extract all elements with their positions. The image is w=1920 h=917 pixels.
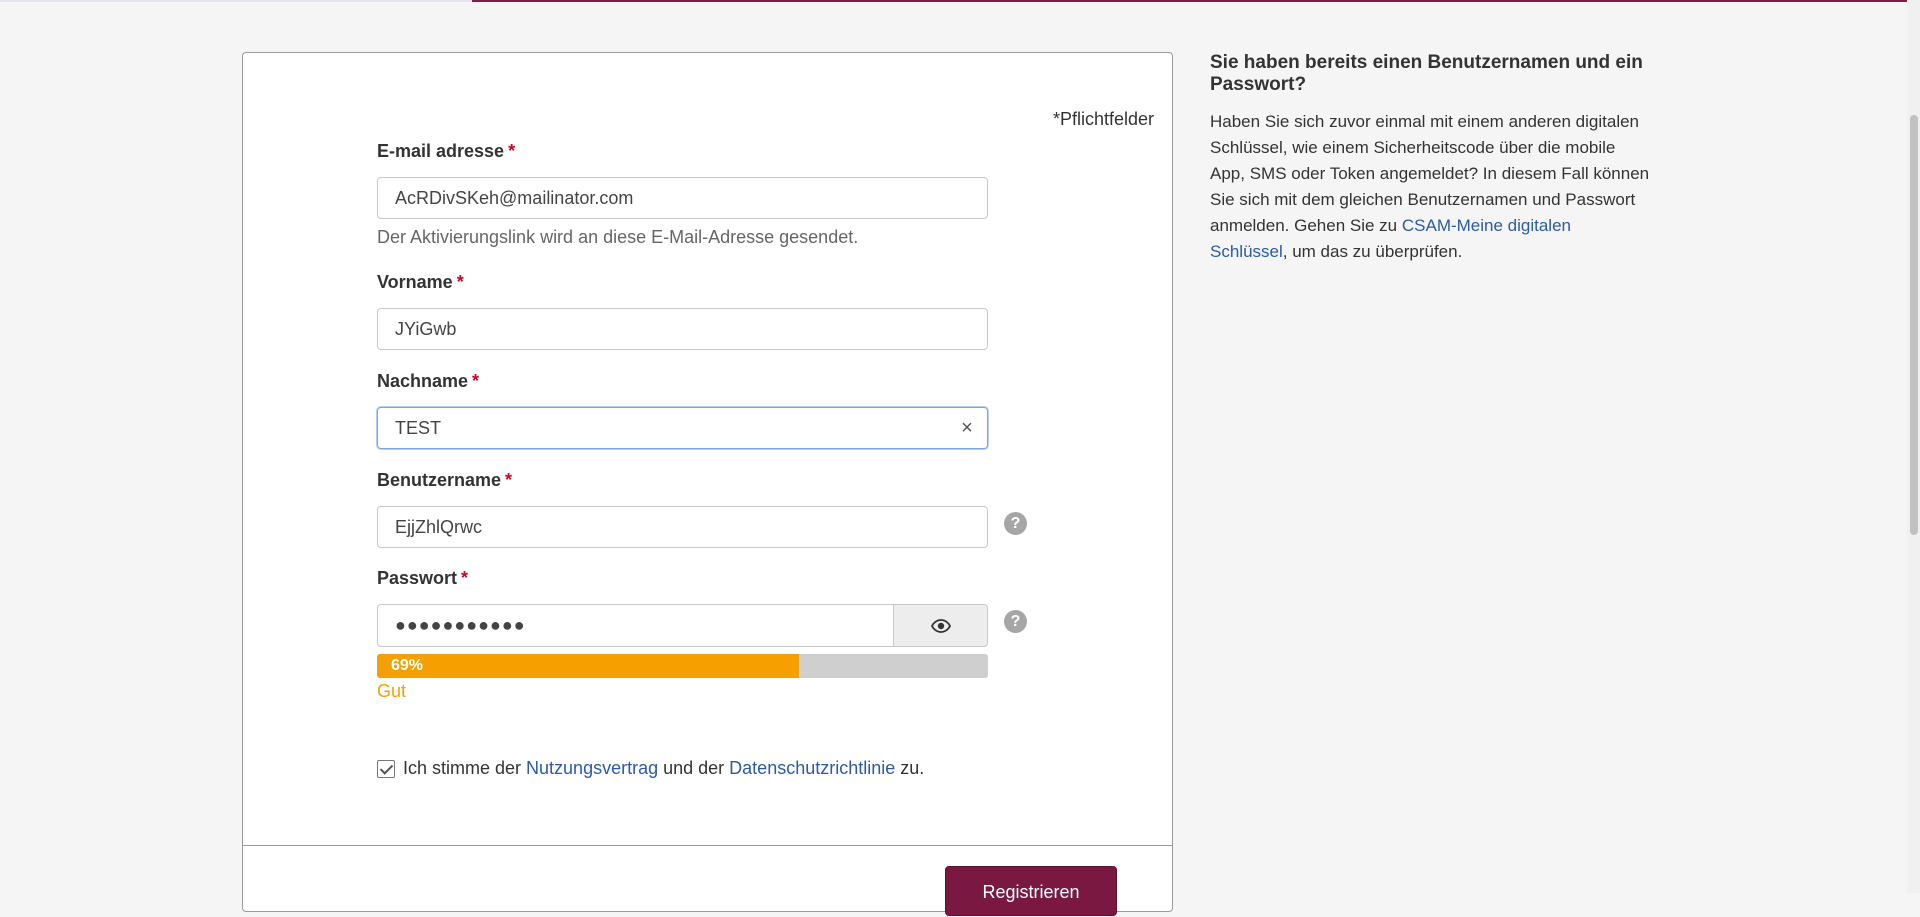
password-group: ●●●●●●●●●●● (377, 604, 988, 647)
email-hint: Der Aktivierungslink wird an diese E-Mai… (377, 227, 859, 247)
required-star: * (461, 568, 469, 588)
privacy-policy-link[interactable]: Datenschutzrichtlinie (729, 758, 895, 779)
username-field-value: EjjZhlQrwc (395, 516, 483, 537)
email-label-text: E-mail adresse (377, 141, 505, 161)
password-label: Passwort * (377, 568, 468, 589)
firstname-label-text: Vorname (377, 272, 453, 292)
required-star: * (508, 141, 516, 161)
password-field-value: ●●●●●●●●●●● (395, 615, 526, 635)
clear-icon[interactable]: × (957, 418, 977, 438)
password-strength-label: Gut (377, 681, 407, 701)
email-label: E-mail adresse * (377, 141, 515, 162)
username-label-text: Benutzername (377, 470, 502, 490)
scrollbar[interactable] (1907, 0, 1920, 893)
registration-form-card: *Pflichtfelder E-mail adresse * AcRDivSKe… (242, 52, 1173, 916)
username-field[interactable]: EjjZhlQrwc (377, 506, 988, 548)
top-progress-accent (472, 0, 1920, 2)
username-help-icon[interactable]: ? (1004, 512, 1027, 535)
lastname-field[interactable]: TEST × (377, 407, 988, 449)
required-star: * (472, 371, 480, 391)
terms-agreement: Ich stimme der Nutzungsvertrag und der D… (377, 758, 924, 779)
password-strength-bar: 69% (377, 654, 988, 678)
required-fields-note: *Pflichtfelder (1052, 109, 1154, 129)
terms-checkbox[interactable] (377, 759, 395, 778)
info-text-after: , um das zu überprüfen. (1282, 242, 1463, 261)
eye-icon (930, 618, 951, 633)
required-star: * (456, 272, 464, 292)
password-field[interactable]: ●●●●●●●●●●● (377, 604, 894, 647)
email-field-value: AcRDivSKeh@mailinator.com (395, 187, 634, 208)
top-progress-bar (0, 0, 1920, 2)
password-label-text: Passwort (377, 568, 458, 588)
terms-of-use-link[interactable]: Nutzungsvertrag (526, 758, 658, 779)
info-title: Sie haben bereits einen Benutzernamen un… (1210, 52, 1643, 95)
password-strength-percent: 69% (391, 657, 424, 674)
firstname-field-value: JYiGwb (395, 318, 457, 339)
lastname-label-text: Nachname (377, 371, 469, 391)
firstname-field[interactable]: JYiGwb (377, 308, 988, 350)
register-button[interactable]: Registrieren (945, 866, 1117, 916)
scrollbar-thumb[interactable] (1910, 115, 1918, 535)
required-star: * (505, 470, 513, 490)
terms-prefix: Ich stimme der (403, 758, 527, 778)
password-help-icon[interactable]: ? (1004, 610, 1027, 633)
info-panel: Sie haben bereits einen Benutzernamen un… (1210, 52, 1650, 265)
terms-suffix: zu. (895, 758, 925, 778)
email-field[interactable]: AcRDivSKeh@mailinator.com (377, 177, 988, 219)
lastname-field-value: TEST (395, 417, 442, 438)
lastname-label: Nachname * (377, 371, 479, 392)
password-strength-fill (377, 654, 799, 678)
username-label: Benutzername * (377, 470, 512, 491)
info-text: Haben Sie sich zuvor einmal mit einem an… (1210, 109, 1650, 265)
firstname-label: Vorname * (377, 272, 464, 293)
terms-middle: und der (658, 758, 730, 778)
show-password-button[interactable] (894, 604, 988, 647)
form-divider (243, 845, 1172, 846)
